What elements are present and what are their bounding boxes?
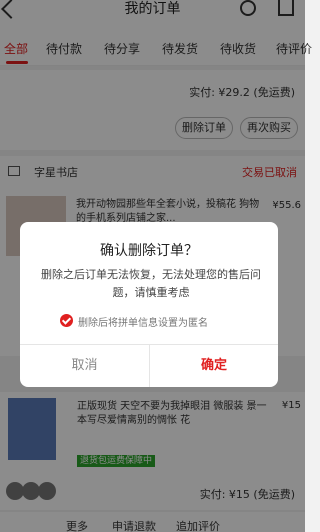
dialog-title: 确认删除订单？	[100, 243, 198, 259]
confirm-delete-dialog: 确认删除订单？ 删除之后订单无法恢复，无法处理您的售后问题，请慎重考虑 删除后将…	[20, 222, 278, 387]
dialog-message: 删除之后订单无法恢复，无法处理您的售后问题，请慎重考虑	[41, 268, 261, 299]
anonymous-checkbox-label[interactable]: 删除后将拼单信息设置为匿名	[78, 314, 208, 329]
confirm-button[interactable]: 确定	[150, 345, 278, 387]
cancel-button[interactable]: 取消	[20, 345, 149, 387]
anonymous-checkbox[interactable]	[60, 314, 73, 327]
